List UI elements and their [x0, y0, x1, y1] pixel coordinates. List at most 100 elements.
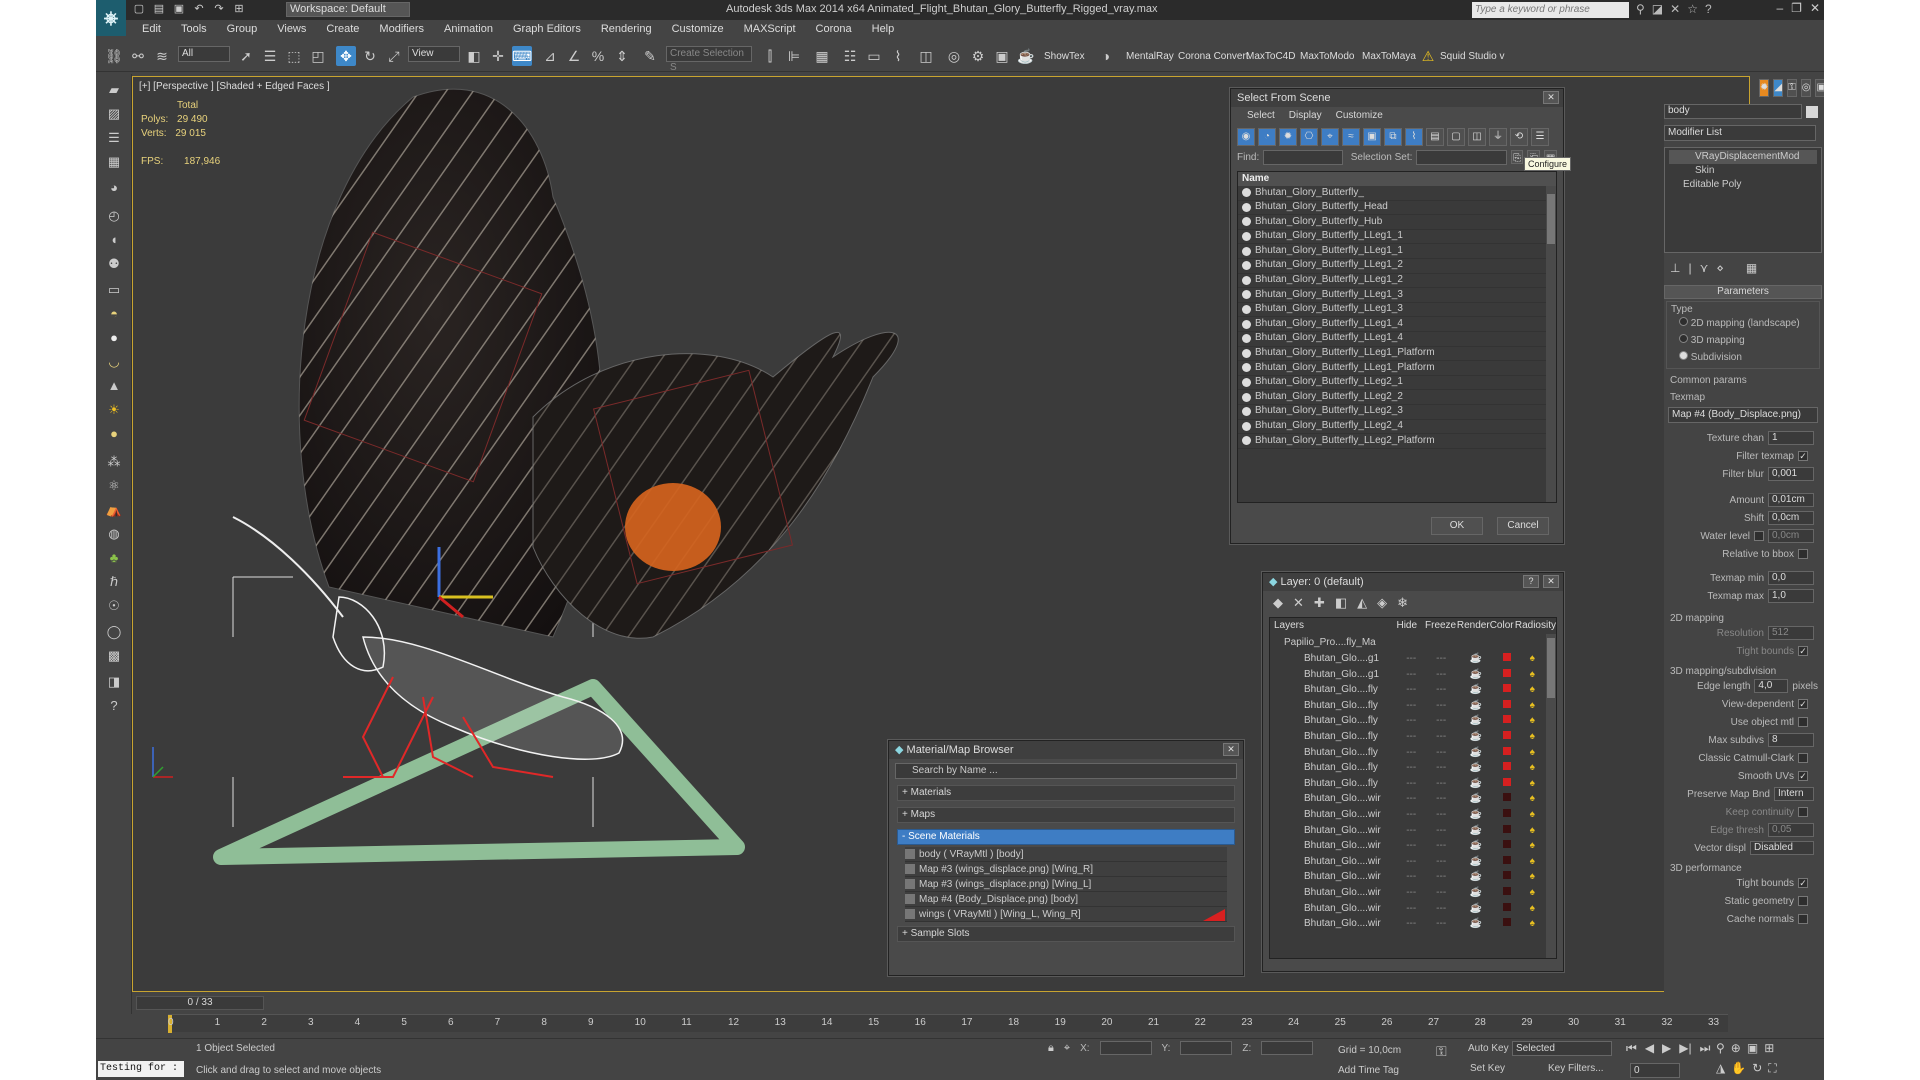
layer-row[interactable]: Bhutan_Glo....fly --- --- ☕ ♠ [1270, 682, 1556, 698]
display-tab-icon[interactable]: ▣ [1815, 79, 1824, 97]
freeze-toggle[interactable]: --- [1436, 885, 1469, 901]
layer-scrollbar[interactable] [1546, 634, 1556, 958]
col-render[interactable]: Render [1457, 618, 1490, 634]
layer-row[interactable]: Bhutan_Glo....fly --- --- ☕ ♠ [1270, 698, 1556, 714]
scene-material-row[interactable]: Map #3 (wings_displace.png) [Wing_L] [905, 877, 1227, 892]
scene-material-row[interactable]: Map #4 (Body_Displace.png) [body] [905, 892, 1227, 907]
menu-help[interactable]: Help [862, 23, 905, 35]
sun-icon[interactable]: ☀ [104, 400, 124, 420]
texmap-min-spinner[interactable]: 0,0 [1768, 571, 1814, 585]
display-helpers-icon[interactable]: ⌖ [1321, 128, 1339, 146]
x-coordinate-field[interactable] [1099, 1041, 1152, 1055]
smooth-uvs-checkbox[interactable]: ✓ [1798, 771, 1808, 781]
link-icon[interactable]: ⛓ [104, 46, 124, 66]
dome-icon[interactable]: ◓ [104, 304, 124, 324]
hide-toggle[interactable]: --- [1406, 667, 1436, 683]
texmap-max-spinner[interactable]: 1,0 [1768, 589, 1814, 603]
filter-texmap-checkbox[interactable]: ✓ [1798, 451, 1808, 461]
render-teapot-icon[interactable]: ☕ [1470, 807, 1503, 823]
close-icon[interactable]: ✕ [1543, 575, 1559, 588]
layer-row[interactable]: Bhutan_Glo....fly --- --- ☕ ♠ [1270, 745, 1556, 761]
max-subdivs-spinner[interactable]: 8 [1768, 733, 1814, 747]
layer-row[interactable]: Bhutan_Glo....wir --- --- ☕ ♠ [1270, 901, 1556, 917]
window-crossing-icon[interactable]: ◰ [308, 46, 328, 66]
scene-object-row[interactable]: Bhutan_Glory_Butterfly_LLeg1_2 [1238, 274, 1556, 289]
tight-bounds-perf-checkbox[interactable]: ✓ [1798, 878, 1808, 888]
hierarchy-tab-icon[interactable]: ⚿ [1787, 79, 1797, 97]
freeze-toggle[interactable]: --- [1436, 698, 1469, 714]
particle-icon[interactable]: ⁂ [104, 452, 124, 472]
plugin-showtex[interactable]: ShowTex [1044, 51, 1085, 62]
globe-icon[interactable]: ◍ [104, 524, 124, 544]
tent-icon[interactable]: ⛺ [104, 500, 124, 520]
stack-item-skin[interactable]: Skin [1669, 164, 1817, 178]
object-name-input[interactable]: body [1664, 104, 1802, 119]
freeze-toggle[interactable]: --- [1436, 916, 1469, 932]
unlink-icon[interactable]: ⚯ [128, 46, 148, 66]
section-scene-materials[interactable]: - Scene Materials [897, 829, 1235, 845]
layer-root-row[interactable]: Papilio_Pro....fly_Ma [1270, 634, 1556, 651]
new-file-icon[interactable]: ▢ [132, 2, 146, 16]
pan-icon[interactable]: ✋ [1731, 1061, 1746, 1076]
zoom-extents-all-icon[interactable]: ⊞ [1764, 1041, 1774, 1055]
plugin-mentalray[interactable]: MentalRay [1126, 51, 1174, 62]
layer-color-cell[interactable] [1503, 791, 1529, 807]
people-icon[interactable]: ⚉ [104, 254, 124, 274]
display-cameras-icon[interactable]: ⎔ [1300, 128, 1318, 146]
cache-normals-checkbox[interactable] [1798, 914, 1808, 924]
hf-icon[interactable]: ℏ [104, 572, 124, 592]
select-move-icon[interactable]: ✥ [336, 46, 356, 66]
radio-subdivision[interactable] [1679, 351, 1688, 360]
display-none-icon[interactable]: ▢ [1447, 128, 1465, 146]
layer-color-cell[interactable] [1503, 682, 1529, 698]
hide-toggle[interactable]: --- [1406, 885, 1436, 901]
col-hide[interactable]: Hide [1396, 618, 1425, 634]
current-frame-field[interactable]: 0 [1630, 1063, 1680, 1078]
favorites-icon[interactable]: ☆ [1687, 2, 1698, 16]
schematic-view-icon[interactable]: ◫ [916, 46, 936, 66]
layer-color-cell[interactable] [1503, 916, 1529, 932]
render-teapot-icon[interactable]: ☕ [1470, 667, 1503, 683]
hide-toggle[interactable]: --- [1406, 854, 1436, 870]
menu-maxscript[interactable]: MAXScript [734, 23, 806, 35]
scene-object-row[interactable]: Bhutan_Glory_Butterfly_ [1238, 186, 1556, 201]
minimize-icon[interactable]: – [1776, 1, 1783, 15]
undo-icon[interactable]: ↶ [192, 2, 206, 16]
menu-create[interactable]: Create [316, 23, 369, 35]
copy-icon[interactable]: ⎘ [1510, 150, 1524, 164]
radio-3d[interactable] [1679, 334, 1688, 343]
render-teapot-icon[interactable]: ☕ [1470, 916, 1503, 932]
render-teapot-icon[interactable]: ☕ [1470, 885, 1503, 901]
molecule-icon[interactable]: ⚛ [104, 476, 124, 496]
hide-toggle[interactable]: --- [1406, 745, 1436, 761]
freeze-toggle[interactable]: --- [1436, 854, 1469, 870]
checker-icon[interactable]: ▩ [104, 646, 124, 666]
freeze-toggle[interactable]: --- [1436, 807, 1469, 823]
selection-filter-dropdown[interactable]: All [178, 46, 230, 62]
col-freeze[interactable]: Freeze [1425, 618, 1457, 634]
new-layer-icon[interactable]: ◆ [1273, 595, 1283, 611]
zoom-all-icon[interactable]: ⊕ [1731, 1041, 1741, 1055]
texture-chan-spinner[interactable]: 1 [1768, 431, 1814, 445]
scene-object-row[interactable]: Bhutan_Glory_Butterfly_LLeg1_3 [1238, 288, 1556, 303]
figure-icon[interactable]: ☉ [104, 596, 124, 616]
close-icon[interactable]: ✕ [1543, 91, 1559, 104]
save-file-icon[interactable]: ▣ [172, 2, 186, 16]
sfs-menu-select[interactable]: Select [1247, 107, 1275, 125]
delete-layer-icon[interactable]: ✕ [1293, 595, 1304, 611]
render-teapot-icon[interactable]: ☕ [1470, 869, 1503, 885]
menu-tools[interactable]: Tools [171, 23, 217, 35]
list-icon[interactable]: ☰ [104, 128, 124, 148]
layer-row[interactable]: Bhutan_Glo....fly --- --- ☕ ♠ [1270, 713, 1556, 729]
freeze-toggle[interactable]: --- [1436, 869, 1469, 885]
layer-row[interactable]: Bhutan_Glo....g1 --- --- ☕ ♠ [1270, 667, 1556, 683]
layer-row[interactable]: Bhutan_Glo....g1 --- --- ☕ ♠ [1270, 651, 1556, 667]
redo-icon[interactable]: ↷ [212, 2, 226, 16]
render-teapot-icon[interactable]: ☕ [1470, 791, 1503, 807]
render-teapot-icon[interactable]: ☕ [1470, 901, 1503, 917]
create-tab-icon[interactable]: ✹ [1759, 79, 1770, 97]
scene-object-row[interactable]: Bhutan_Glory_Butterfly_LLeg1_3 [1238, 303, 1556, 318]
keep-continuity-checkbox[interactable] [1798, 807, 1808, 817]
vector-displ-dropdown[interactable]: Disabled [1750, 841, 1814, 855]
close-icon[interactable]: ✕ [1810, 1, 1820, 15]
